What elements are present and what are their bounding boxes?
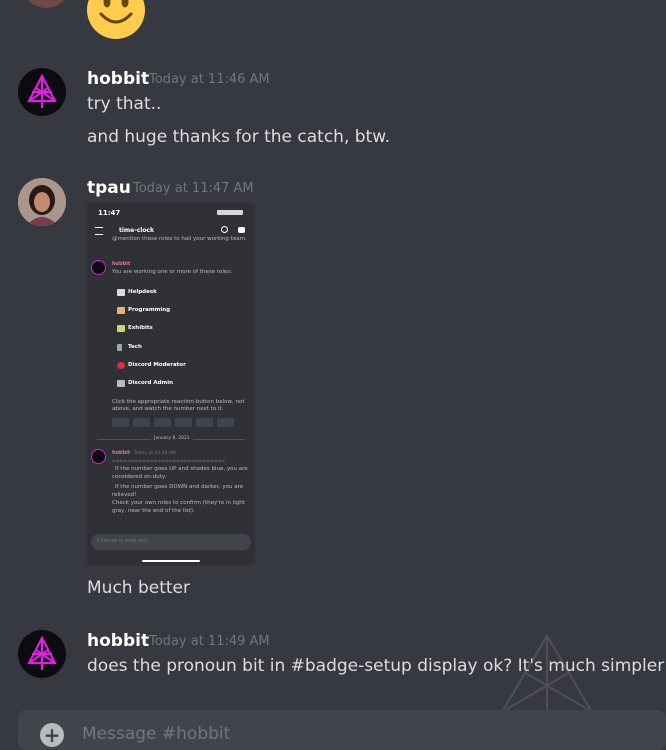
message-text: and huge thanks for the catch, btw.	[87, 127, 390, 147]
phone-status-time: 11:47	[98, 209, 121, 217]
role-item: Helpdesk	[128, 289, 157, 295]
phone-input: Channel is read-only	[91, 534, 251, 550]
timestamp: Today at 11:49 AM	[149, 634, 270, 649]
reaction-button	[175, 418, 192, 427]
bot-intro: You are working one or more of these rol…	[112, 269, 232, 275]
message-composer[interactable]: + Message #hobbit	[18, 710, 666, 750]
message-text: try that..	[87, 94, 162, 114]
programming-icon	[117, 307, 125, 314]
username[interactable]: tpau	[87, 178, 131, 198]
reaction-button	[196, 418, 213, 427]
username[interactable]: hobbit	[87, 631, 149, 651]
role-item: Programming	[128, 307, 171, 313]
bot-line: relieved!	[112, 492, 137, 498]
avatar[interactable]	[18, 630, 66, 678]
reaction-button	[112, 418, 129, 427]
bot-line: If the number goes DOWN and darker, you …	[115, 484, 244, 490]
hamburger-menu-icon	[95, 227, 103, 235]
admin-icon	[117, 380, 125, 387]
mention-line: @mention these roles to hail your workin…	[112, 236, 247, 242]
partial-avatar	[22, 0, 70, 8]
reaction-button	[154, 418, 171, 427]
date-divider: January 8, 2021	[151, 435, 193, 442]
phone-status-icons	[217, 210, 243, 215]
reaction-button	[217, 418, 234, 427]
add-attachment-icon[interactable]: +	[40, 723, 64, 747]
reaction-row	[112, 418, 237, 427]
role-item: Discord Admin	[128, 380, 174, 386]
bot-timestamp: Today at 10:38 AM	[134, 451, 176, 456]
role-item: Tech	[128, 344, 142, 350]
moderator-icon	[117, 362, 125, 369]
instruction-line: above, and watch the number next to it.	[112, 406, 224, 412]
role-item: Exhibits	[128, 325, 153, 331]
bot-avatar	[91, 260, 106, 275]
search-icon	[221, 226, 228, 233]
avatar[interactable]	[18, 68, 66, 116]
message-text: Much better	[87, 578, 190, 598]
helpdesk-icon	[117, 289, 125, 296]
bot-name: hobbit	[112, 450, 131, 456]
composer-placeholder: Message #hobbit	[82, 724, 231, 744]
avatar[interactable]	[18, 178, 66, 226]
smiley-emoji-icon	[87, 0, 145, 39]
channel-name: time-clock	[119, 227, 155, 234]
exhibits-icon	[117, 325, 125, 332]
bot-line: Check your own roles to confirm (they're…	[112, 500, 245, 506]
hobbit-logo-icon	[27, 73, 57, 108]
members-icon	[238, 227, 245, 233]
home-indicator	[142, 560, 200, 562]
bot-line: considered on-duty.	[112, 474, 167, 480]
instruction-line: Click the appropriate reaction-button be…	[112, 399, 245, 405]
tech-icon	[117, 344, 122, 351]
bot-line: ==============================	[112, 459, 226, 464]
bot-line: gray, near the end of the list).	[112, 508, 195, 514]
bot-name: hobbit	[112, 261, 131, 267]
timestamp: Today at 11:47 AM	[133, 181, 254, 196]
image-attachment[interactable]: 11:47 time-clock @mention these roles to…	[87, 203, 255, 565]
hobbit-logo-icon	[27, 635, 57, 670]
bot-line: If the number goes UP and shades blue, y…	[115, 466, 248, 472]
phone-input-placeholder: Channel is read-only	[97, 538, 149, 544]
bot-avatar	[91, 449, 106, 464]
user-photo-icon	[18, 178, 66, 226]
username[interactable]: hobbit	[87, 69, 149, 89]
timestamp: Today at 11:46 AM	[149, 72, 270, 87]
reaction-button	[133, 418, 150, 427]
role-item: Discord Moderator	[128, 362, 186, 368]
